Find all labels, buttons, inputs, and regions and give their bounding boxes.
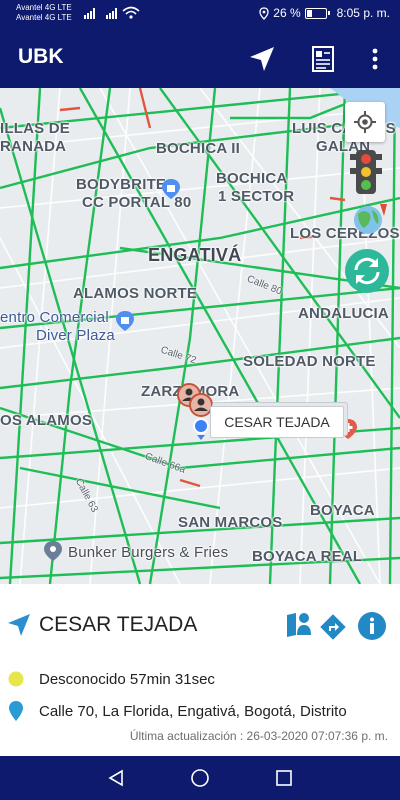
map-label: BODYBRITE: [76, 176, 167, 193]
location-pin-icon: [9, 701, 23, 721]
report-button[interactable]: [307, 42, 341, 76]
wifi-icon: [122, 6, 140, 19]
map-callout[interactable]: CESAR TEJADA: [210, 406, 344, 438]
carrier-1: Avantel 4G LTE: [16, 3, 72, 12]
more-vert-icon: [372, 48, 378, 70]
restaurant-pin-icon[interactable]: [42, 540, 64, 562]
navigate-icon: [8, 614, 30, 636]
directions-button[interactable]: [318, 612, 348, 642]
map-label: RANADA: [0, 138, 67, 155]
status-row: Desconocido 57min 31sec: [0, 668, 400, 690]
address-text: Calle 70, La Florida, Engativá, Bogotá, …: [39, 702, 347, 720]
person-pin-icon: [287, 613, 311, 637]
geofence-button[interactable]: [284, 610, 314, 640]
shopping-pin-icon[interactable]: [114, 310, 136, 332]
refresh-icon[interactable]: [344, 248, 390, 294]
navigate-icon: [250, 47, 274, 71]
globe-icon[interactable]: [350, 200, 390, 236]
map-label: BOYACA: [310, 502, 375, 519]
navigate-button[interactable]: [245, 42, 279, 76]
map-label: BOYACA REAL: [252, 548, 363, 565]
home-button[interactable]: [188, 766, 212, 790]
home-icon: [191, 769, 209, 787]
status-bar: Avantel 4G LTE Avantel 4G LTE 26 % 8:05 …: [0, 0, 400, 30]
map-view[interactable]: ILLAS DE RANADA BOCHICA II LUIS CARLOS G…: [0, 88, 400, 584]
map-label: ILLAS DE: [0, 120, 70, 137]
status-text: Desconocido 57min 31sec: [39, 670, 215, 688]
system-nav-bar: [0, 756, 400, 800]
location-icon: [259, 6, 269, 20]
map-label: 1 SECTOR: [218, 188, 295, 205]
signal-icon: [84, 8, 95, 19]
map-label: BOCHICA: [216, 170, 288, 187]
map-label: OS ALAMOS: [0, 412, 93, 429]
map-label: ANDALUCIA: [298, 305, 389, 322]
traffic-light-icon[interactable]: [348, 148, 384, 196]
device-info-panel: CESAR TEJADA Desconocido 57min 31sec Cal…: [0, 584, 400, 756]
battery-icon: [304, 7, 330, 19]
back-icon: [108, 769, 123, 787]
device-name: CESAR TEJADA: [39, 613, 198, 636]
status-dot-icon: [8, 671, 24, 687]
recents-button[interactable]: [272, 766, 296, 790]
battery-fill: [306, 9, 312, 17]
clock: 8:05 p. m.: [336, 6, 390, 20]
status-right: 26 % 8:05 p. m.: [259, 6, 390, 20]
report-icon: [312, 46, 334, 72]
back-button[interactable]: [104, 766, 128, 790]
address-row: Calle 70, La Florida, Engativá, Bogotá, …: [0, 700, 400, 722]
battery-percent: 26 %: [273, 6, 301, 20]
last-updated: Última actualización : 26-03-2020 07:07:…: [129, 729, 388, 743]
map-label: BOCHICA II: [156, 140, 240, 157]
map-label: ENGATIVÁ: [148, 245, 242, 265]
more-options-button[interactable]: [358, 42, 392, 76]
map-label: Diver Plaza: [36, 327, 115, 344]
location-dot-icon: [193, 418, 209, 440]
signal-icon: [106, 8, 117, 19]
map-label: SOLEDAD NORTE: [243, 353, 376, 370]
my-location-button[interactable]: [345, 102, 385, 142]
carrier-2: Avantel 4G LTE: [16, 13, 72, 22]
my-location-icon: [354, 111, 376, 133]
map-label: ALAMOS NORTE: [73, 285, 198, 302]
app-bar: UBK: [0, 30, 400, 88]
map-label: entro Comercial: [0, 309, 109, 326]
app-title: UBK: [18, 45, 64, 68]
map-label: Bunker Burgers & Fries: [68, 544, 229, 561]
info-button[interactable]: [357, 611, 387, 641]
map-label: SAN MARCOS: [178, 514, 283, 531]
info-icon: [358, 612, 386, 640]
shopping-pin-icon[interactable]: [160, 178, 182, 200]
directions-icon: [320, 614, 346, 640]
recents-icon: [276, 770, 292, 786]
carrier-info: Avantel 4G LTE Avantel 4G LTE: [16, 3, 72, 23]
